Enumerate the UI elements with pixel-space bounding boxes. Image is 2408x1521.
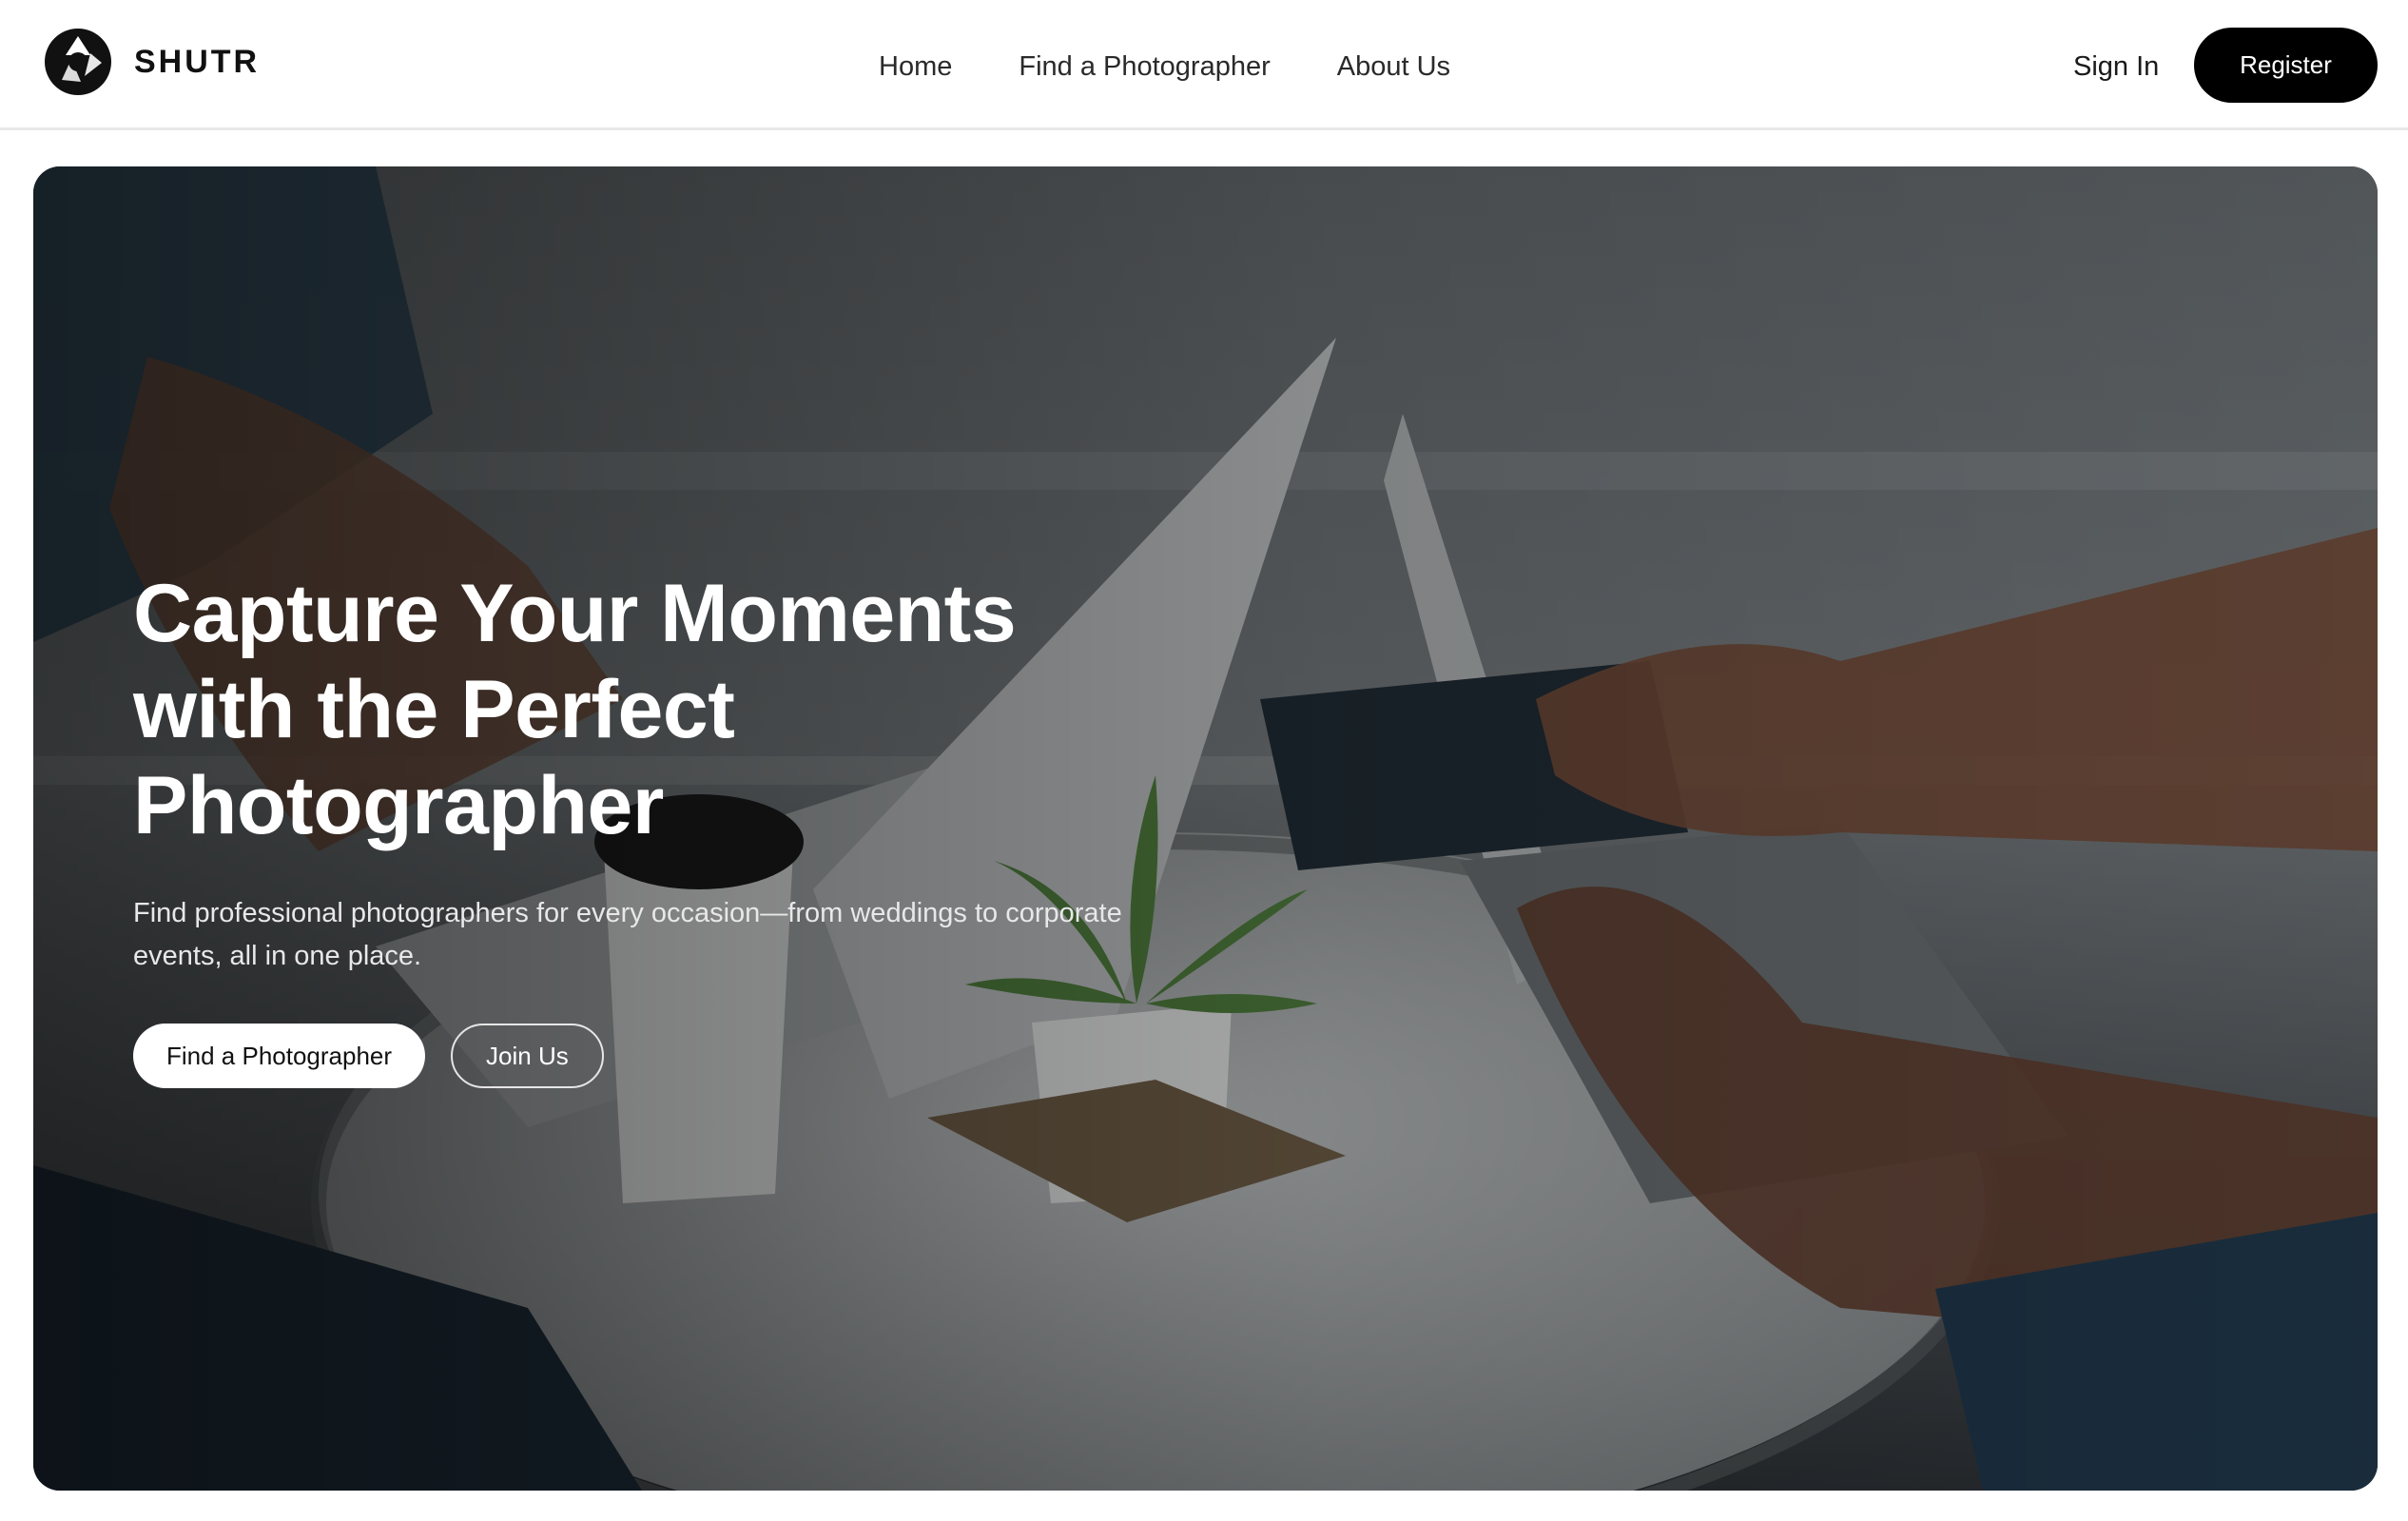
camera-aperture-logo-icon — [45, 29, 111, 95]
brand[interactable]: SHUTR — [43, 27, 260, 97]
hero-content: Capture Your Moments with the Perfect Ph… — [133, 566, 1227, 1088]
hero-title-line-2: with the Perfect — [133, 664, 735, 755]
nav-find-photographer[interactable]: Find a Photographer — [1019, 51, 1270, 83]
brand-name: SHUTR — [134, 43, 261, 80]
sign-in-link[interactable]: Sign In — [2073, 46, 2159, 88]
hero-title: Capture Your Moments with the Perfect Ph… — [133, 566, 1227, 854]
nav-home[interactable]: Home — [879, 51, 952, 83]
hero-section: Capture Your Moments with the Perfect Ph… — [33, 166, 2378, 1491]
nav-about-us[interactable]: About Us — [1337, 51, 1450, 83]
join-us-button[interactable]: Join Us — [451, 1024, 604, 1088]
top-navbar: SHUTR Home Find a Photographer About Us … — [0, 0, 2408, 130]
hero-title-line-3: Photographer — [133, 760, 664, 851]
register-button[interactable]: Register — [2194, 28, 2378, 103]
find-photographer-button[interactable]: Find a Photographer — [133, 1024, 426, 1088]
hero-subtitle: Find professional photographers for ever… — [133, 898, 1122, 971]
hero-actions: Find a Photographer Join Us — [133, 1024, 1227, 1088]
main-nav: Home Find a Photographer About Us — [879, 46, 1450, 88]
hero-title-line-1: Capture Your Moments — [133, 568, 1017, 659]
